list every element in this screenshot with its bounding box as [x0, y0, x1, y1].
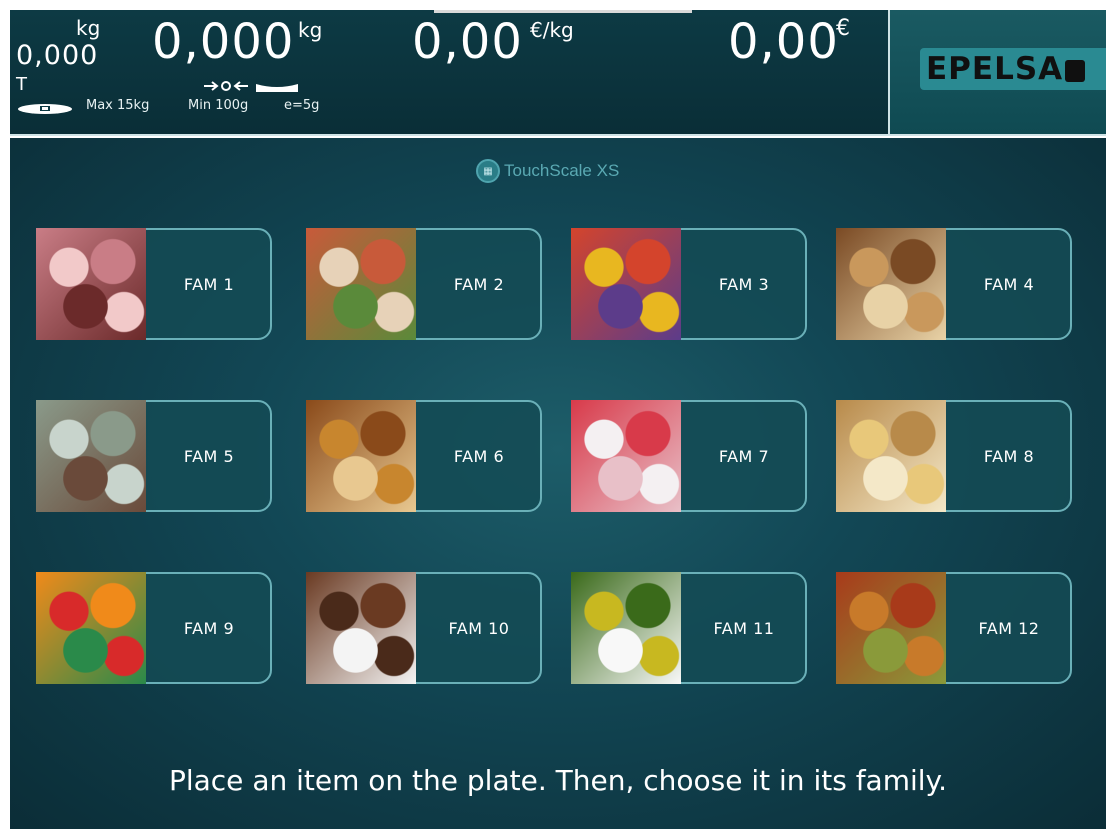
family-label: FAM 7 [718, 446, 770, 466]
epelsa-logo: EPELSA [920, 48, 1106, 90]
salad-plates-image [306, 228, 416, 340]
tare-unit: kg [76, 16, 101, 40]
meat-image [36, 228, 146, 340]
tare-value: 0,000 [16, 40, 99, 71]
family-selection-screen: ▦ TouchScale XS FAM 1 FAM 2 FAM 3 FAM 4 FAM … [10, 138, 1106, 829]
family-button-2[interactable]: FAM 2 [306, 228, 542, 340]
plate-icon [18, 104, 72, 114]
family-button-5[interactable]: FAM 5 [36, 400, 272, 512]
weight-unit: kg [298, 18, 323, 42]
weight-value: 0,000 [152, 14, 295, 70]
family-button-3[interactable]: FAM 3 [571, 228, 807, 340]
min-capacity: Min 100g [188, 98, 249, 113]
family-button-6[interactable]: FAM 6 [306, 400, 542, 512]
oil-bottles-image [571, 572, 681, 684]
logo-text: EPELSA [926, 51, 1064, 87]
family-label: FAM 9 [183, 618, 235, 638]
soft-drinks-image [36, 572, 146, 684]
unit-price-value: 0,00 [412, 14, 523, 70]
family-label: FAM 4 [983, 274, 1035, 294]
family-label: FAM 6 [453, 446, 505, 466]
family-button-11[interactable]: FAM 11 [571, 572, 807, 684]
instruction-text: Place an item on the plate. Then, choose… [168, 764, 948, 797]
spices-image [836, 572, 946, 684]
touchscale-logo-icon: ▦ [476, 159, 500, 183]
cheese-image [836, 400, 946, 512]
total-price-unit: € [836, 16, 850, 41]
family-button-8[interactable]: FAM 8 [836, 400, 1072, 512]
family-label: FAM 10 [448, 618, 510, 638]
family-label: FAM 2 [453, 274, 505, 294]
scale-display: kg 0,000 T 0,000 kg 0,00 €/kg 0,00 € Max… [10, 10, 1106, 136]
nuts-image [836, 228, 946, 340]
logo-mark-icon [1065, 59, 1086, 82]
family-button-12[interactable]: FAM 12 [836, 572, 1072, 684]
dessert-image [571, 400, 681, 512]
family-button-10[interactable]: FAM 10 [306, 572, 542, 684]
unit-price-unit: €/kg [530, 18, 574, 42]
family-button-9[interactable]: FAM 9 [36, 572, 272, 684]
max-capacity: Max 15kg [86, 98, 150, 113]
family-label: FAM 3 [718, 274, 770, 294]
top-indicator-line [434, 10, 692, 13]
brand-name: TouchScale XS [504, 161, 620, 180]
family-label: FAM 12 [978, 618, 1040, 638]
stable-indicator-icon [256, 84, 298, 92]
family-label: FAM 5 [183, 446, 235, 466]
scale-division: e=5g [284, 98, 320, 113]
chocolate-image [306, 572, 416, 684]
family-button-4[interactable]: FAM 4 [836, 228, 1072, 340]
bread-image [306, 400, 416, 512]
family-button-7[interactable]: FAM 7 [571, 400, 807, 512]
family-label: FAM 1 [183, 274, 235, 294]
family-button-1[interactable]: FAM 1 [36, 228, 272, 340]
fruits-image [571, 228, 681, 340]
total-price-value: 0,00 [728, 14, 839, 70]
fish-image [36, 400, 146, 512]
logo-panel: EPELSA [888, 10, 1106, 134]
zero-indicator-icon [204, 81, 248, 91]
touchscale-brand: ▦ TouchScale XS [476, 158, 619, 184]
family-label: FAM 11 [713, 618, 775, 638]
tare-label: T [16, 74, 27, 95]
family-label: FAM 8 [983, 446, 1035, 466]
